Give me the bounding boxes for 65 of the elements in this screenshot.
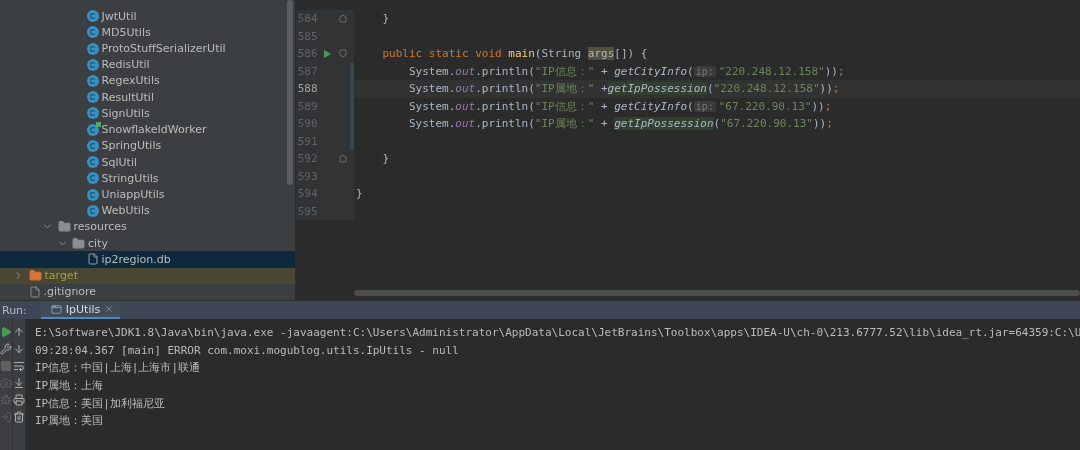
tree-item[interactable]: SpringUtils (0, 137, 295, 154)
folder-icon (72, 236, 85, 250)
tree-item[interactable]: SignUtils (0, 105, 295, 122)
line-number: 588 (296, 82, 318, 96)
code-line: } (381, 12, 390, 26)
code-line: System.out.println("IP属地：" +getIpPossession("220.248.12.158")); (407, 81, 840, 97)
folder-icon (57, 220, 71, 234)
file-icon (86, 253, 99, 266)
class-icon (86, 58, 99, 71)
window-icon (50, 303, 62, 315)
printer-icon[interactable] (13, 394, 25, 406)
console-line: IP属地：上海 (35, 378, 105, 395)
arrow-up-icon[interactable] (13, 326, 25, 338)
code-line: } (381, 152, 390, 166)
run-label: Run: (2, 303, 27, 317)
class-icon (86, 26, 99, 39)
fold-icon[interactable] (337, 49, 349, 59)
tree-item[interactable]: SnowflakeIdWorker (0, 121, 295, 138)
tree-item[interactable]: SqlUtil (0, 153, 295, 171)
trash-icon[interactable] (13, 411, 25, 423)
fold-icon[interactable] (337, 14, 349, 24)
code-line: } (355, 187, 363, 201)
class-icon (86, 139, 99, 152)
class-icon (86, 123, 99, 136)
scroll-to-end-icon[interactable] (13, 377, 25, 389)
tree-item[interactable]: WebUtils (0, 202, 295, 219)
close-icon[interactable] (104, 304, 115, 314)
tree-item[interactable]: resources (0, 218, 295, 236)
tree-item[interactable]: StringUtils (0, 170, 295, 187)
console-line: E:\Software\JDK1.8\Java\bin\java.exe -javaagent:C:\Users\Administrator\AppData\Local\JetBrains\Toolbox\apps\IDEA-U\ch-0\213.6777.52\lib\idea_rt.jar=64359:C:\U (35, 325, 1080, 341)
tree-item[interactable]: city (0, 235, 295, 252)
scrollbar[interactable] (354, 290, 1080, 296)
class-icon (86, 91, 99, 104)
run-icon[interactable] (0, 326, 12, 338)
tree-item[interactable]: ResultUtil (0, 89, 295, 106)
folder-icon (28, 269, 42, 283)
class-icon (86, 172, 99, 185)
scrollbar[interactable] (287, 0, 293, 185)
code-line: public static void main(String args[]) { (381, 47, 648, 61)
tree-item[interactable]: JwtUtil (0, 8, 295, 25)
tree-item[interactable]: RedisUtil (0, 56, 295, 73)
class-icon (86, 156, 99, 169)
tree-item[interactable]: MD5Utils (0, 24, 295, 41)
wrap-icon[interactable] (13, 360, 25, 372)
class-icon (86, 107, 99, 120)
tree-item[interactable]: UniappUtils (0, 186, 295, 203)
fold-icon[interactable] (337, 154, 349, 164)
code-line: System.out.println("IP属地：" + getIpPossession("67.220.90.13")); (407, 116, 833, 132)
class-icon (86, 75, 99, 87)
tree-item[interactable]: .gitignore (0, 283, 295, 300)
console-line: IP属地：美国 (35, 413, 105, 430)
console-line: 09:28:04.367 [main] ERROR com.moxi.mogublog.utils.IpUtils - null (35, 342, 460, 359)
tree-item[interactable]: RegexUtils (0, 72, 295, 90)
run-tab[interactable]: IpUtils (40, 301, 121, 319)
class-icon (86, 188, 99, 201)
tree-item[interactable]: ProtoStuffSerializerUtil (0, 40, 295, 57)
arrow-down-icon[interactable] (13, 343, 25, 355)
console-line: IP信息：中国|上海|上海市|联通 (35, 360, 202, 377)
class-icon (86, 10, 99, 23)
console-line: IP信息：美国|加利福尼亚 (35, 395, 166, 412)
wrench-icon[interactable] (0, 343, 12, 355)
file-icon (28, 285, 41, 298)
tree-item[interactable]: ip2region.db (0, 251, 295, 268)
class-icon (86, 42, 99, 55)
class-icon (86, 204, 99, 217)
